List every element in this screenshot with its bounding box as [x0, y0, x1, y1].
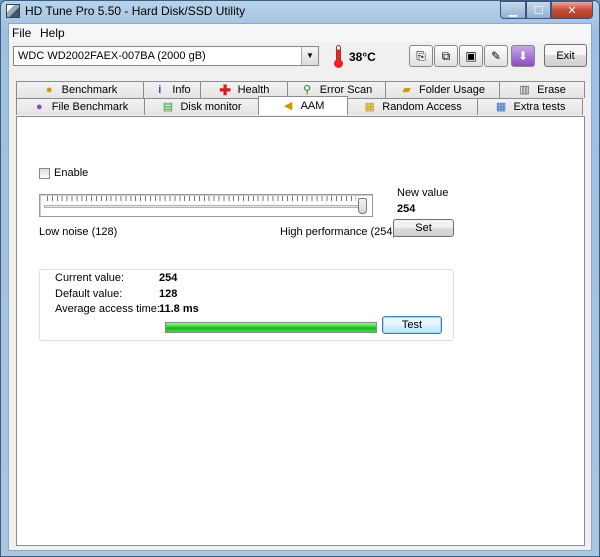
- copy-all-icon: ⧉: [441, 48, 451, 63]
- current-value: 254: [159, 272, 178, 284]
- toolbar: WDC WD2002FAEX-007BA (2000 gB) ▼ 38°C ⎘ …: [9, 42, 591, 80]
- client-area: File Help WDC WD2002FAEX-007BA (2000 gB)…: [8, 23, 592, 551]
- default-value: 128: [159, 288, 178, 300]
- screenshot-button[interactable]: ▣: [459, 45, 483, 67]
- file-bulb-icon: ●: [35, 100, 43, 113]
- enable-label: Enable: [54, 167, 89, 179]
- aam-slider[interactable]: [39, 194, 373, 217]
- temperature-value: 38°C: [349, 50, 376, 64]
- tab-row-bottom: ● File Benchmark ▤ Disk monitor ◀ AAM ▦ …: [16, 96, 585, 115]
- drive-select[interactable]: WDC WD2002FAEX-007BA (2000 gB) ▼: [13, 46, 319, 66]
- maximize-button[interactable]: ☐: [526, 1, 551, 19]
- app-window: HD Tune Pro 5.50 - Hard Disk/SSD Utility…: [0, 0, 600, 557]
- copy-all-button[interactable]: ⧉: [434, 45, 458, 67]
- chevron-down-icon[interactable]: ▼: [301, 47, 318, 65]
- tab-extra-tests[interactable]: ▦ Extra tests: [477, 98, 583, 115]
- average-access-value: 11.8 ms: [159, 303, 199, 315]
- title-bar[interactable]: HD Tune Pro 5.50 - Hard Disk/SSD Utility…: [1, 1, 599, 21]
- minimize-button[interactable]: ▁: [500, 1, 526, 19]
- drive-select-value: WDC WD2002FAEX-007BA (2000 gB): [18, 50, 206, 62]
- tab-benchmark[interactable]: ● Benchmark: [16, 81, 144, 98]
- camera-icon: ▣: [465, 49, 477, 63]
- copy-icon: ⎘: [416, 48, 426, 63]
- slider-track: [44, 205, 360, 208]
- current-value-label: Current value:: [55, 272, 125, 284]
- trash-icon: ▥: [519, 83, 530, 96]
- chart-icon: ▤: [162, 100, 174, 113]
- test-button[interactable]: Test: [382, 316, 442, 334]
- menu-bar: File Help: [9, 24, 591, 42]
- tab-folder-usage[interactable]: ▰ Folder Usage: [385, 81, 500, 98]
- grid-icon: ▦: [495, 100, 507, 113]
- tab-info[interactable]: i Info: [143, 81, 201, 98]
- scatter-icon: ▦: [364, 100, 375, 113]
- bulb-icon: ●: [45, 83, 53, 96]
- high-performance-label: High performance (254): [280, 226, 397, 238]
- progress-fill: [166, 323, 376, 332]
- speaker-icon: ◀: [283, 99, 293, 112]
- minimize-icon: ▁: [508, 3, 518, 17]
- menu-help[interactable]: Help: [40, 26, 65, 40]
- tab-disk-monitor[interactable]: ▤ Disk monitor: [144, 98, 259, 115]
- window-controls: ▁ ☐ ✕: [500, 1, 593, 19]
- app-icon: [6, 4, 20, 18]
- new-value-label: New value: [397, 187, 449, 199]
- copy-info-button[interactable]: ⎘: [409, 45, 433, 67]
- tab-random-access[interactable]: ▦ Random Access: [347, 98, 478, 115]
- enable-checkbox[interactable]: [39, 168, 50, 179]
- average-access-label: Average access time:: [55, 303, 160, 315]
- exit-button[interactable]: Exit: [544, 44, 587, 67]
- health-cross-icon: ✚: [219, 81, 231, 98]
- low-noise-label: Low noise (128): [39, 226, 118, 238]
- thermometer-icon: [332, 44, 344, 68]
- tab-file-benchmark[interactable]: ● File Benchmark: [16, 98, 145, 115]
- options-button[interactable]: ✎: [484, 45, 508, 67]
- slider-ticks: [47, 196, 356, 201]
- tab-erase[interactable]: ▥ Erase: [499, 81, 585, 98]
- default-value-label: Default value:: [55, 288, 123, 300]
- slider-thumb[interactable]: [358, 198, 367, 214]
- window-title: HD Tune Pro 5.50 - Hard Disk/SSD Utility: [25, 4, 246, 18]
- magnifier-icon: ⚲: [303, 83, 312, 96]
- options-icon: ✎: [490, 49, 502, 63]
- maximize-icon: ☐: [533, 3, 544, 17]
- test-progress-bar: [165, 322, 377, 333]
- info-icon: i: [158, 83, 162, 96]
- set-button[interactable]: Set: [393, 219, 454, 237]
- tab-aam[interactable]: ◀ AAM: [258, 96, 348, 115]
- folder-icon: ▰: [402, 83, 411, 96]
- new-value: 254: [397, 203, 416, 215]
- menu-file[interactable]: File: [12, 26, 31, 40]
- close-button[interactable]: ✕: [551, 1, 593, 19]
- aam-panel: Enable Low noise (128) High performance …: [16, 116, 585, 546]
- down-arrow-icon: ⬇: [517, 49, 529, 63]
- save-button[interactable]: ⬇: [511, 45, 535, 67]
- close-icon: ✕: [567, 3, 577, 17]
